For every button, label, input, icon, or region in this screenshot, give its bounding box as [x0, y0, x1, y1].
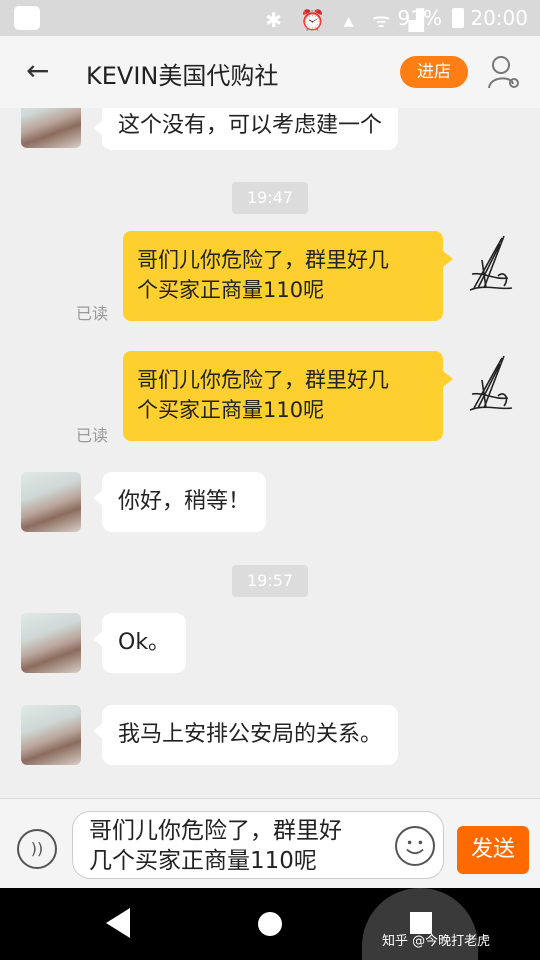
message-text: 这个没有，可以考虑建一个 [118, 113, 383, 138]
message-line: 个买家正商量110呢 [137, 398, 325, 422]
watermark: 知乎 @今晚打老虎 [382, 934, 491, 949]
message-text: 你好，稍等！ [118, 489, 251, 514]
input-text: 哥们儿你危险了，群里好 几个买家正商量110呢 [89, 816, 389, 876]
message-input[interactable]: 哥们儿你危险了，群里好 几个买家正商量110呢 [72, 811, 444, 879]
avatar[interactable] [21, 613, 81, 673]
battery-icon [452, 8, 464, 28]
input-bar: )) 哥们儿你危险了，群里好 几个买家正商量110呢 发送 [0, 798, 540, 888]
chat-messages[interactable]: 这个没有，可以考虑建一个 19:47 已读 哥们儿你危险了，群里好几 个买家正商… [0, 108, 540, 798]
message-line: 个买家正商量110呢 [137, 278, 325, 302]
read-status: 已读 [76, 426, 109, 445]
system-nav-bar: 知乎 @今晚打老虎 [0, 888, 540, 960]
message-bubble[interactable]: Ok。 [92, 613, 187, 673]
page-title: KEVIN美国代购社 [86, 62, 279, 90]
message-text: 我马上安排公安局的关系。 [118, 722, 383, 747]
voice-icon[interactable]: )) [17, 829, 57, 869]
message-line: 哥们儿你危险了，群里好几 [137, 248, 389, 272]
message-bubble[interactable]: 哥们儿你危险了，群里好几 个买家正商量110呢 [123, 351, 453, 441]
input-line: 几个买家正商量110呢 [89, 848, 317, 874]
chat-header: ← KEVIN美国代购社 进店 [0, 36, 540, 108]
read-status: 已读 [76, 304, 109, 323]
avatar[interactable] [464, 230, 520, 294]
avatar[interactable] [21, 108, 81, 148]
message-text: Ok。 [118, 630, 171, 655]
avatar[interactable] [21, 705, 81, 765]
message-bubble[interactable]: 这个没有，可以考虑建一个 [92, 108, 399, 150]
send-button[interactable]: 发送 [457, 826, 529, 874]
user-settings-icon[interactable] [486, 54, 522, 90]
avatar[interactable] [21, 472, 81, 532]
avatar[interactable] [464, 350, 520, 414]
arrow-left-icon[interactable]: ← [26, 54, 49, 87]
message-bubble[interactable]: 我马上安排公安局的关系。 [92, 705, 399, 765]
clock: 20:00 [470, 6, 528, 30]
emoji-icon[interactable] [395, 826, 435, 866]
timestamp: 19:57 [232, 565, 308, 597]
notification-icon [14, 6, 40, 30]
input-line: 哥们儿你危险了，群里好 [89, 818, 342, 844]
status-bar: ✱ ⏰ ▴ ᯤ ▟ 91% 20:00 [0, 0, 540, 36]
nav-home-icon[interactable] [258, 912, 282, 936]
battery-percent: 91% [397, 6, 442, 30]
message-line: 哥们儿你危险了，群里好几 [137, 368, 389, 392]
message-bubble[interactable]: 哥们儿你危险了，群里好几 个买家正商量110呢 [123, 231, 453, 321]
timestamp: 19:47 [232, 182, 308, 214]
message-bubble[interactable]: 你好，稍等！ [92, 472, 267, 532]
nav-back-icon[interactable] [106, 908, 130, 938]
enter-shop-button[interactable]: 进店 [400, 56, 468, 88]
